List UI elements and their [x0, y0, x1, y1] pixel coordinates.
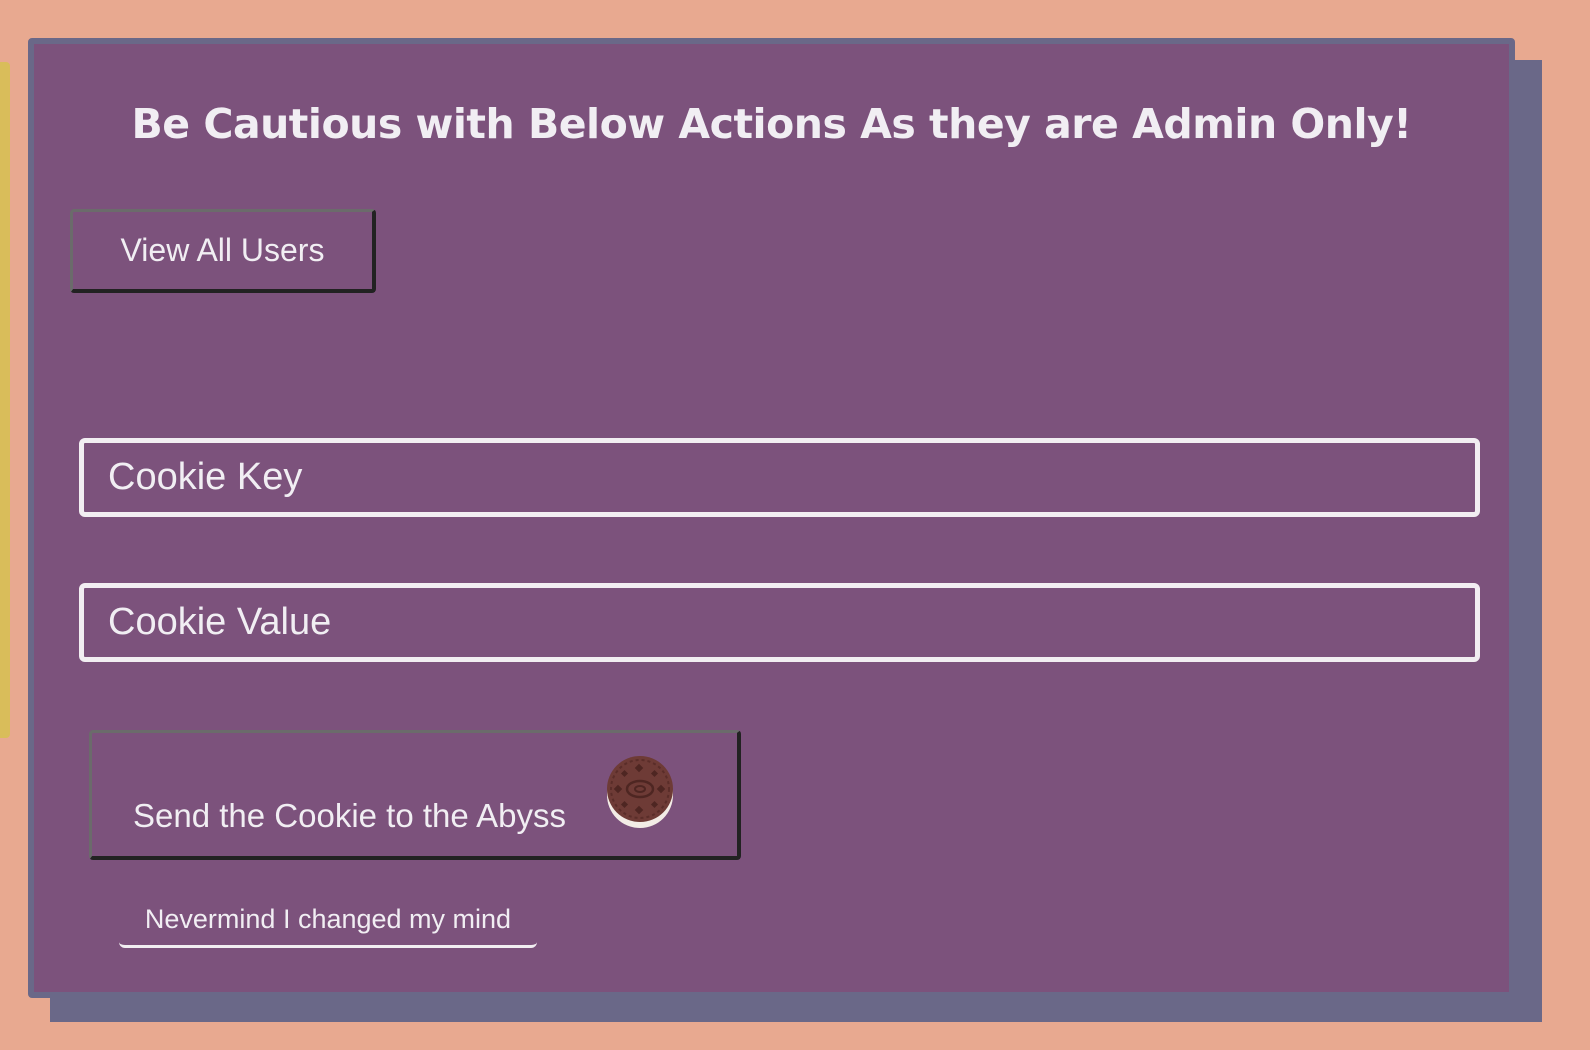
cookie-value-input[interactable] [79, 583, 1480, 662]
nevermind-button[interactable]: Nevermind I changed my mind [119, 894, 537, 948]
cookie-icon [607, 756, 673, 828]
send-cookie-button[interactable]: Send the Cookie to the Abyss [89, 730, 741, 860]
page-title: Be Cautious with Below Actions As they a… [131, 100, 1412, 148]
send-cookie-label: Send the Cookie to the Abyss [133, 797, 566, 834]
admin-panel: Be Cautious with Below Actions As they a… [28, 38, 1515, 998]
left-edge-strip [0, 62, 10, 738]
view-all-users-button[interactable]: View All Users [70, 209, 376, 293]
cookie-key-input[interactable] [79, 438, 1480, 517]
